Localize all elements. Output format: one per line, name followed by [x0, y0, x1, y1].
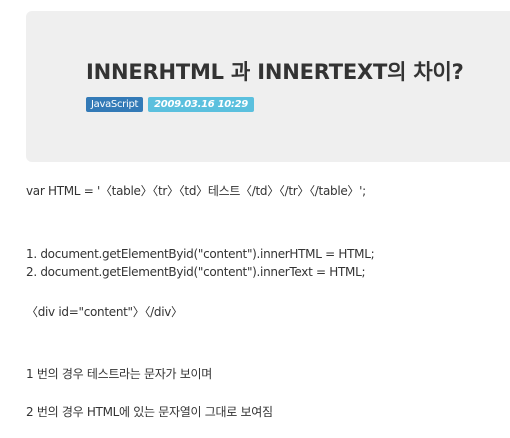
code-line-innerhtml: 1. document.getElementByid("content").in…: [26, 247, 375, 261]
blog-post-page: INNERHTML 과 INNERTEXT의 차이? JavaScript 20…: [0, 0, 510, 438]
code-line-var-html: var HTML = '〈table〉〈tr〉〈td〉테스트〈/td〉〈/tr〉…: [26, 184, 366, 198]
code-line-div: 〈div id="content"〉〈/div〉: [26, 305, 183, 319]
date-badge: 2009.03.16 10:29: [148, 97, 254, 112]
code-line-innertext: 2. document.getElementByid("content").in…: [26, 265, 366, 279]
post-header: INNERHTML 과 INNERTEXT의 차이? JavaScript 20…: [26, 11, 510, 162]
text-line-case-1: 1 번의 경우 테스트라는 문자가 보이며: [26, 367, 213, 381]
post-title: INNERHTML 과 INNERTEXT의 차이?: [86, 60, 464, 84]
text-line-case-2: 2 번의 경우 HTML에 있는 문자열이 그대로 보여짐: [26, 405, 273, 419]
post-meta: JavaScript 2009.03.16 10:29: [86, 97, 254, 112]
category-badge[interactable]: JavaScript: [86, 97, 144, 112]
